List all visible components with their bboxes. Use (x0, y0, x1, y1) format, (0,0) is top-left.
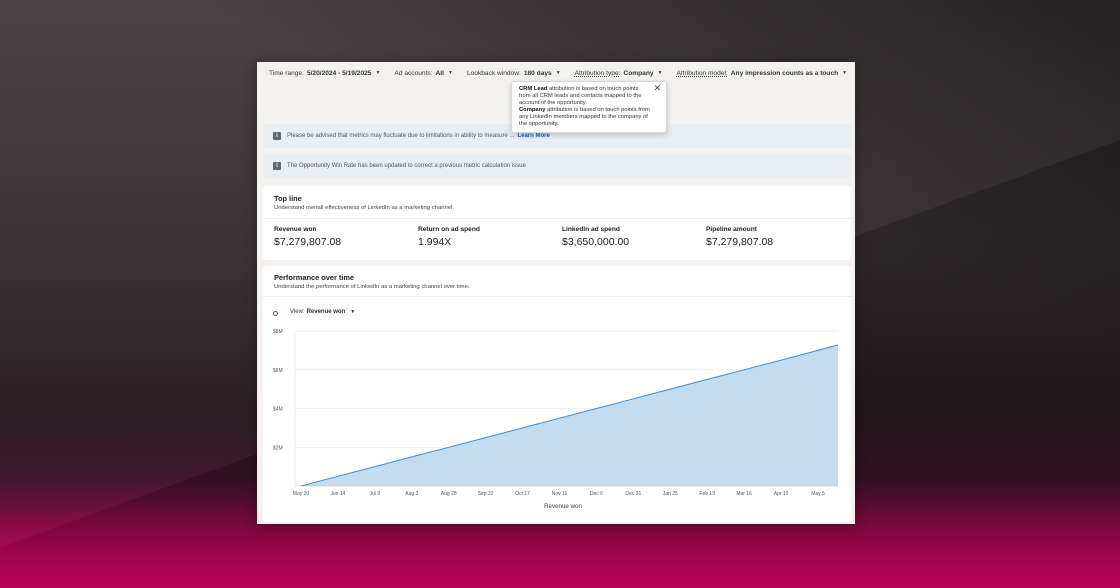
lookback-label: Lookback window: (466, 69, 521, 77)
top-line-subtitle: Understand overall effectiveness of Link… (274, 205, 454, 211)
metric-pipeline-amount: Pipeline amount $7,279,807.08 (706, 226, 773, 248)
view-selector[interactable]: View: Revenue won ▼ (273, 307, 355, 316)
tooltip-company-label: Company (519, 107, 546, 114)
divider (263, 218, 851, 219)
x-tick-label: Jun 14 (330, 491, 345, 497)
chevron-down-icon: ▼ (657, 70, 663, 76)
x-tick-label: Jan 25 (663, 491, 678, 497)
legend-marker-icon (273, 311, 278, 316)
ad-accounts-label: Ad accounts: (394, 69, 433, 77)
chevron-down-icon: ▼ (555, 70, 561, 76)
win-rate-notice: i The Opportunity Win Rate has been upda… (263, 154, 851, 178)
metric-value: $3,650,000.00 (562, 236, 630, 248)
lookback-window-filter[interactable]: Lookback window: 180 days ▼ (467, 70, 561, 77)
metric-linkedin-ad-spend: LinkedIn ad spend $3,650,000.00 (562, 226, 629, 248)
info-icon: i (273, 132, 281, 140)
y-tick-label: $2M (273, 445, 283, 451)
x-tick-label: Dec 6 (590, 491, 603, 497)
x-tick-label: Mar 16 (736, 491, 752, 497)
metric-value: 1.994X (418, 236, 452, 248)
notice-text: The Opportunity Win Rate has been update… (287, 163, 526, 169)
ad-accounts-value: All (435, 69, 444, 77)
time-range-value: 5/20/2024 - 5/19/2025 (306, 69, 372, 77)
time-range-filter[interactable]: Time range: 5/20/2024 - 5/19/2025 ▼ (269, 70, 380, 77)
attribution-type-tooltip: ✕ CRM Lead attribution is based on touch… (511, 81, 667, 133)
chevron-down-icon: ▼ (375, 70, 381, 76)
x-tick-label: Dec 31 (625, 491, 641, 497)
metric-return-on-ad-spend: Return on ad spend 1.994X (418, 226, 480, 248)
notice-text: Please be advised that metrics may fluct… (287, 133, 515, 139)
y-tick-label: $4M (273, 407, 283, 413)
divider (263, 296, 851, 297)
top-line-card: Top line Understand overall effectivenes… (263, 186, 851, 260)
x-tick-label: Oct 17 (515, 491, 530, 497)
revenue-area-chart: $2M $4M $6M $8M May 20 Jun 14 Jul 9 Aug 3 Aug 2… (273, 329, 839, 510)
time-range-label: Time range: (269, 69, 304, 77)
chevron-down-icon: ▼ (842, 70, 848, 76)
performance-subtitle: Understand the performance of LinkedIn a… (274, 284, 470, 290)
chevron-down-icon: ▼ (447, 70, 453, 76)
performance-card: Performance over time Understand the per… (263, 266, 851, 522)
ad-accounts-filter[interactable]: Ad accounts: All ▼ (394, 70, 453, 77)
attribution-model-filter[interactable]: Attribution model: Any impression counts… (676, 70, 847, 77)
metric-label: Pipeline amount (706, 226, 757, 233)
x-tick-label: Sep 22 (478, 491, 494, 497)
x-tick-label: May 5 (811, 491, 825, 497)
x-tick-label: Aug 28 (441, 491, 457, 497)
attribution-model-label: Attribution model: (676, 69, 728, 77)
y-tick-label: $6M (273, 368, 283, 374)
metric-label: LinkedIn ad spend (562, 226, 620, 233)
attribution-type-value: Company (623, 69, 654, 77)
view-value: Revenue won (306, 308, 346, 315)
x-tick-label: Apr 10 (774, 491, 789, 497)
metric-value: $7,279,807.08 (706, 236, 774, 248)
lookback-value: 180 days (523, 69, 552, 77)
x-tick-label: Feb 19 (699, 491, 715, 497)
close-icon[interactable]: ✕ (653, 83, 661, 92)
x-tick-label: Jul 9 (370, 491, 381, 497)
metric-revenue-won: Revenue won $7,279,807.08 (274, 226, 341, 248)
y-tick-label: $8M (273, 329, 283, 335)
x-axis-label: Revenue won (544, 503, 582, 510)
metric-value: $7,279,807.08 (274, 236, 342, 248)
metric-label: Revenue won (274, 226, 317, 233)
info-icon: i (273, 162, 281, 170)
metric-label: Return on ad spend (418, 226, 480, 233)
chevron-down-icon: ▼ (350, 308, 356, 315)
x-tick-label: May 20 (293, 491, 310, 497)
x-tick-label: Nov 11 (552, 491, 568, 497)
view-label: View: (290, 308, 305, 315)
attribution-model-value: Any impression counts as a touch (730, 69, 839, 77)
learn-more-link[interactable]: Learn More (517, 133, 549, 139)
top-line-title: Top line (274, 194, 302, 203)
attribution-type-filter[interactable]: Attribution type: Company ▼ (575, 70, 663, 77)
campaign-report-panel: Time range: 5/20/2024 - 5/19/2025 ▼ Ad a… (257, 62, 855, 524)
attribution-type-label: Attribution type: (574, 69, 621, 77)
tooltip-crm-label: CRM Lead (519, 86, 548, 92)
performance-title: Performance over time (274, 273, 355, 282)
x-tick-label: Aug 3 (405, 491, 418, 497)
